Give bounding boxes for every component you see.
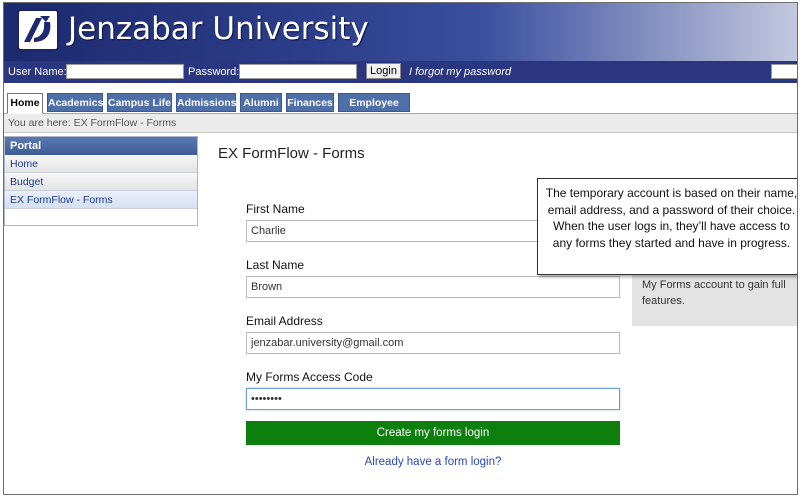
forgot-password-link[interactable]: I forgot my password bbox=[409, 66, 511, 78]
last-name-label: Last Name bbox=[246, 258, 305, 272]
university-logo bbox=[16, 8, 60, 52]
username-label: User Name: bbox=[8, 66, 67, 78]
page-title: EX FormFlow - Forms bbox=[218, 145, 365, 162]
access-code-field[interactable]: •••••••• bbox=[246, 388, 620, 410]
last-name-field[interactable]: Brown bbox=[246, 276, 620, 298]
site-title: Jenzabar University bbox=[68, 11, 369, 47]
password-input[interactable] bbox=[239, 64, 357, 79]
header-search-box[interactable] bbox=[771, 64, 797, 79]
tab-finances[interactable]: Finances bbox=[286, 93, 334, 112]
annotation-callout: The temporary account is based on their … bbox=[537, 178, 797, 275]
create-login-button[interactable]: Create my forms login bbox=[246, 421, 620, 445]
app-window: Jenzabar University User Name: Password:… bbox=[3, 2, 798, 495]
tab-academics[interactable]: Academics bbox=[47, 93, 103, 112]
breadcrumb: You are here: EX FormFlow - Forms bbox=[4, 114, 797, 133]
already-have-login-link[interactable]: Already have a form login? bbox=[246, 456, 620, 468]
login-bar: User Name: Password: Login I forgot my p… bbox=[4, 61, 797, 83]
portal-item-formflow[interactable]: EX FormFlow - Forms bbox=[5, 191, 197, 209]
password-label: Password: bbox=[188, 66, 240, 78]
portal-heading: Portal bbox=[5, 137, 197, 155]
site-header: Jenzabar University bbox=[4, 3, 797, 61]
tab-home[interactable]: Home bbox=[7, 93, 43, 114]
login-button[interactable]: Login bbox=[366, 63, 401, 79]
first-name-label: First Name bbox=[246, 202, 305, 216]
portal-nav: Portal Home Budget EX FormFlow - Forms bbox=[4, 136, 198, 226]
tab-campus-life[interactable]: Campus Life bbox=[107, 93, 172, 112]
email-label: Email Address bbox=[246, 314, 323, 328]
username-input[interactable] bbox=[66, 64, 184, 79]
access-code-label: My Forms Access Code bbox=[246, 370, 373, 384]
sidebar-info-box: My Forms account to gain full features. bbox=[632, 269, 797, 326]
main-tabs: Home Academics Campus Life Admissions Al… bbox=[4, 83, 797, 128]
portal-item-budget[interactable]: Budget bbox=[5, 173, 197, 191]
sidebar-info-text: My Forms account to gain full features. bbox=[642, 279, 786, 307]
email-field[interactable]: jenzabar.university@gmail.com bbox=[246, 332, 620, 354]
tab-alumni[interactable]: Alumni bbox=[240, 93, 282, 112]
tab-employee-info[interactable]: Employee Info bbox=[338, 93, 410, 128]
portal-item-home[interactable]: Home bbox=[5, 155, 197, 173]
tab-admissions[interactable]: Admissions bbox=[176, 93, 237, 112]
